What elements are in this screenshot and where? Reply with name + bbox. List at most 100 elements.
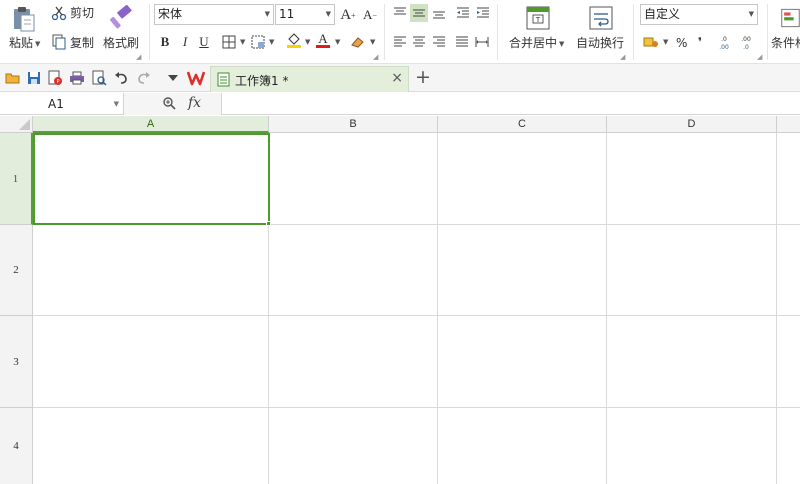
decrease-decimal-icon[interactable]: .00.0 (737, 33, 755, 51)
zoom-function-icon[interactable] (162, 96, 176, 113)
font-name-select[interactable]: 宋体 ▼ (154, 4, 274, 25)
justify-icon[interactable] (453, 33, 471, 51)
conditional-format-icon[interactable] (781, 4, 800, 32)
chevron-down-icon: ▼ (113, 100, 119, 108)
font-color-icon[interactable]: A (314, 31, 332, 49)
column-header-e[interactable] (777, 116, 800, 133)
active-cell-a1[interactable] (33, 133, 270, 225)
copy-button[interactable]: 复制 (70, 36, 94, 50)
column-header-a[interactable]: A (33, 116, 269, 133)
decrease-font-size-icon[interactable]: A − (361, 6, 379, 24)
save-icon[interactable] (25, 69, 43, 87)
fill-pattern-icon[interactable] (249, 33, 267, 51)
chevron-down-icon[interactable]: ▼ (370, 38, 375, 46)
align-left-icon[interactable] (391, 33, 409, 51)
chevron-down-icon[interactable]: ▼ (269, 38, 274, 46)
distributed-align-icon[interactable] (473, 33, 491, 51)
paste-button[interactable]: 粘贴 ▼ (9, 36, 40, 51)
scissors-icon[interactable] (51, 5, 67, 21)
merge-center-label: 合并居中 (509, 36, 558, 50)
column-header-d[interactable]: D (607, 116, 777, 133)
borders-icon[interactable] (220, 33, 238, 51)
percent-style-button[interactable]: % (676, 36, 687, 50)
divider (149, 4, 150, 60)
svg-text:.0: .0 (721, 36, 727, 43)
alignment-dialog-launcher-icon[interactable]: ◢ (620, 53, 625, 61)
chevron-down-icon: ▼ (325, 10, 331, 18)
open-folder-icon[interactable] (4, 69, 22, 87)
divider (384, 4, 385, 60)
number-format-value: 自定义 (644, 7, 681, 21)
conditional-format-button[interactable]: 条件格 (771, 36, 800, 50)
chevron-down-icon[interactable]: ▼ (335, 38, 340, 46)
wrap-text-icon[interactable] (587, 4, 615, 32)
formula-bar: A1 ▼ fx (0, 93, 800, 115)
customize-toolbar-icon[interactable] (164, 69, 182, 87)
chevron-down-icon[interactable]: ▼ (305, 38, 310, 46)
align-bottom-icon[interactable] (430, 4, 448, 22)
formula-input[interactable] (222, 93, 800, 115)
row-header-3[interactable]: 3 (0, 316, 33, 408)
number-format-select[interactable]: 自定义 ▼ (640, 4, 758, 25)
print-preview-icon[interactable] (90, 69, 108, 87)
chevron-down-icon[interactable]: ▼ (240, 38, 245, 46)
paste-icon[interactable] (10, 4, 38, 34)
row-header-1[interactable]: 1 (0, 133, 33, 225)
italic-icon[interactable]: I (176, 33, 194, 51)
font-size-select[interactable]: 11 ▼ (275, 4, 335, 25)
insert-function-button[interactable]: fx (188, 95, 201, 111)
format-painter-button[interactable]: 格式刷 (103, 36, 139, 50)
currency-format-icon[interactable] (642, 33, 660, 51)
fill-color-icon[interactable] (285, 31, 303, 49)
decrease-indent-icon[interactable] (454, 4, 472, 22)
svg-text:.00: .00 (719, 44, 729, 50)
row-header-4[interactable]: 4 (0, 408, 33, 484)
increase-indent-icon[interactable] (474, 4, 492, 22)
format-painter-icon[interactable] (107, 4, 135, 32)
redo-icon[interactable] (135, 69, 153, 87)
wrap-text-button[interactable]: 自动换行 (576, 36, 624, 50)
align-top-icon[interactable] (391, 4, 409, 22)
fill-handle[interactable] (266, 221, 271, 226)
print-icon[interactable] (68, 69, 86, 87)
chevron-down-icon: ▼ (748, 10, 754, 18)
name-box[interactable]: A1 ▼ (0, 93, 124, 115)
chevron-down-icon[interactable]: ▼ (663, 38, 668, 46)
close-tab-icon[interactable]: × (391, 70, 403, 86)
underline-icon[interactable]: U (195, 33, 213, 51)
font-name-value: 宋体 (158, 7, 183, 21)
undo-icon[interactable] (112, 69, 130, 87)
export-pdf-icon[interactable]: P (46, 69, 64, 87)
chevron-down-icon: ▼ (35, 39, 41, 48)
font-size-value: 11 (279, 7, 295, 21)
copy-icon[interactable] (51, 34, 67, 50)
align-right-icon[interactable] (430, 33, 448, 51)
increase-decimal-icon[interactable]: .0.00 (715, 33, 733, 51)
svg-text:.0: .0 (743, 44, 749, 50)
merge-center-icon[interactable]: T (524, 4, 552, 32)
increase-font-size-icon[interactable]: A + (339, 6, 357, 24)
font-dialog-launcher-icon[interactable]: ◢ (373, 53, 378, 61)
align-middle-icon[interactable] (410, 4, 428, 22)
wps-logo-icon[interactable] (187, 69, 205, 87)
row-header-2[interactable]: 2 (0, 225, 33, 316)
document-tab[interactable]: 工作簿1 * × (210, 66, 409, 92)
bold-icon[interactable]: B (156, 33, 174, 51)
column-header-b[interactable]: B (269, 116, 438, 133)
cut-button[interactable]: 剪切 (70, 6, 94, 20)
merge-center-button[interactable]: 合并居中 ▼ (509, 36, 564, 51)
comma-style-button[interactable]: ❜ (698, 35, 702, 49)
gridline (776, 133, 777, 484)
number-dialog-launcher-icon[interactable]: ◢ (757, 53, 762, 61)
divider (767, 4, 768, 60)
select-all-corner[interactable] (0, 116, 33, 133)
divider (633, 4, 634, 60)
svg-text:.00: .00 (741, 36, 751, 43)
align-center-icon[interactable] (410, 33, 428, 51)
clipboard-dialog-launcher-icon[interactable]: ◢ (136, 53, 141, 61)
column-header-c[interactable]: C (438, 116, 607, 133)
new-tab-icon[interactable]: + (415, 67, 431, 87)
clear-format-icon[interactable] (349, 33, 367, 51)
gridline (33, 407, 800, 408)
svg-text:P: P (56, 79, 59, 85)
